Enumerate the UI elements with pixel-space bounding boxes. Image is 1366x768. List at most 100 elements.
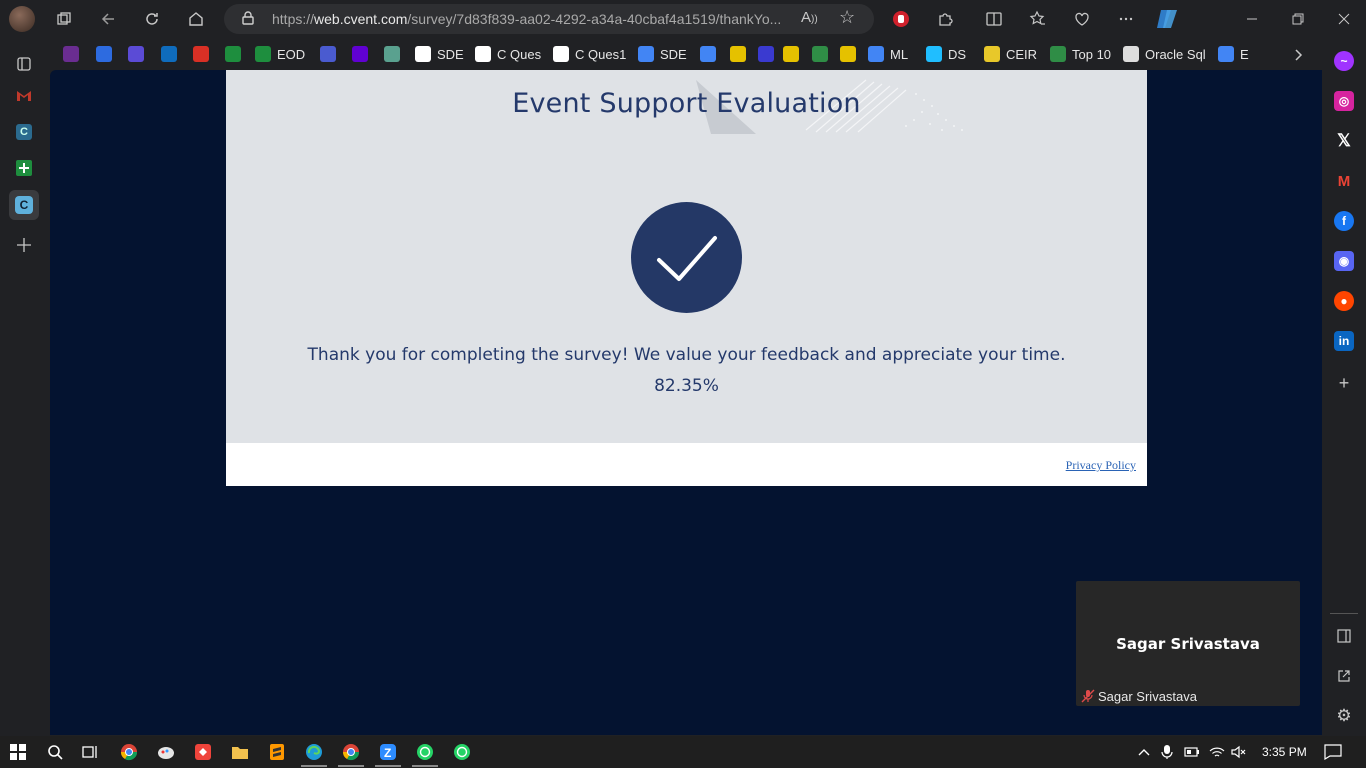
k-icon xyxy=(926,46,942,62)
bookmark-ceir[interactable]: CEIR xyxy=(984,44,1037,64)
bookmark-label: E xyxy=(1240,46,1249,62)
edge-taskbar-icon[interactable] xyxy=(305,743,323,761)
copilot-icon[interactable] xyxy=(1154,7,1182,31)
restore-icon[interactable] xyxy=(1286,7,1310,31)
sheets-icon xyxy=(225,46,241,62)
bookmark-c-ques[interactable]: C Ques xyxy=(475,44,541,64)
bookmark-outlook[interactable] xyxy=(161,44,183,64)
settings-gear-icon[interactable]: ⚙ xyxy=(1334,706,1354,726)
bookmark-compass[interactable] xyxy=(96,44,118,64)
survey-footer: Privacy Policy xyxy=(226,443,1147,486)
tab-actions-icon[interactable] xyxy=(9,49,39,79)
taskbar-clock[interactable]: 3:35 PM xyxy=(1262,745,1307,759)
volume-muted-icon[interactable] xyxy=(1230,743,1248,761)
refresh-icon[interactable] xyxy=(140,7,164,31)
gmail-sidebar-icon[interactable]: M xyxy=(1334,171,1354,191)
bookmark-gfg[interactable] xyxy=(812,44,834,64)
address-bar[interactable]: https://web.cvent.com/survey/7d83f839-aa… xyxy=(224,4,874,34)
file-explorer-icon[interactable] xyxy=(231,743,249,761)
paint-app-icon[interactable] xyxy=(157,743,175,761)
split-screen-icon[interactable] xyxy=(982,7,1006,31)
adblock-hand-icon[interactable] xyxy=(889,7,913,31)
bookmark-chatgpt[interactable] xyxy=(384,44,406,64)
bookmark-sde[interactable]: SDE xyxy=(638,44,687,64)
bookmark-e[interactable]: E xyxy=(1218,44,1249,64)
linkedin-icon[interactable]: in xyxy=(1334,331,1354,351)
chatgpt-icon xyxy=(384,46,400,62)
tray-overflow-chevron-icon[interactable] xyxy=(1135,743,1153,761)
google-icon xyxy=(700,46,716,62)
bookmark-purple-app[interactable] xyxy=(63,44,85,64)
bookmark-to[interactable] xyxy=(128,44,150,64)
add-sidebar-app-icon[interactable]: + xyxy=(1334,373,1354,393)
extensions-icon[interactable] xyxy=(933,7,957,31)
bookmark-label: C Ques1 xyxy=(575,46,627,62)
bookmark-python[interactable] xyxy=(730,44,752,64)
ceir-icon xyxy=(984,46,1000,62)
bookmark-gmail[interactable] xyxy=(193,44,215,64)
read-aloud-icon[interactable]: A)) xyxy=(801,9,818,26)
bookmark-ds[interactable]: DS xyxy=(926,44,966,64)
page-icon xyxy=(1123,46,1139,62)
participant-video-tile[interactable]: Sagar Srivastava Sagar Srivastava xyxy=(1076,581,1300,706)
close-window-icon[interactable] xyxy=(1332,7,1356,31)
tab-gmail-icon[interactable] xyxy=(9,81,39,111)
workspaces-icon[interactable] xyxy=(52,7,76,31)
battery-icon[interactable] xyxy=(1183,743,1201,761)
bookmark-eod[interactable]: EOD xyxy=(255,44,305,64)
bookmark-python[interactable] xyxy=(783,44,805,64)
bookmarks-overflow-chevron-icon[interactable] xyxy=(1286,43,1310,67)
sublime-text-icon[interactable] xyxy=(268,743,286,761)
gmail-icon xyxy=(193,46,209,62)
tab-sheets-icon[interactable] xyxy=(9,153,39,183)
new-tab-plus-icon[interactable] xyxy=(9,230,39,260)
more-options-icon[interactable] xyxy=(1114,7,1138,31)
chrome-taskbar-icon-2[interactable] xyxy=(342,743,360,761)
minimize-icon[interactable] xyxy=(1240,7,1264,31)
facebook-icon[interactable]: f xyxy=(1334,211,1354,231)
x-twitter-icon[interactable]: 𝕏 xyxy=(1334,131,1354,151)
gfg-icon xyxy=(1050,46,1066,62)
task-view-icon[interactable] xyxy=(81,743,99,761)
url-prefix: https:// xyxy=(272,11,315,27)
lock-icon xyxy=(242,11,254,25)
microphone-icon[interactable] xyxy=(1158,743,1176,761)
search-icon[interactable] xyxy=(46,743,64,761)
start-windows-icon[interactable] xyxy=(9,743,27,761)
participant-tile-name: Sagar Srivastava xyxy=(1116,635,1260,653)
chrome-icon[interactable] xyxy=(120,743,138,761)
privacy-policy-link[interactable]: Privacy Policy xyxy=(1066,458,1136,473)
discord-icon[interactable]: ◉ xyxy=(1334,251,1354,271)
instagram-icon[interactable]: ◎ xyxy=(1334,91,1354,111)
zoom-icon[interactable]: Z xyxy=(379,743,397,761)
bookmark-top-10[interactable]: Top 10 xyxy=(1050,44,1111,64)
back-arrow-icon[interactable] xyxy=(96,7,120,31)
whatsapp-icon[interactable] xyxy=(416,743,434,761)
tab-cvent-icon[interactable]: C xyxy=(9,117,39,147)
bookmark-yahoo[interactable] xyxy=(352,44,374,64)
anydesk-icon[interactable] xyxy=(194,743,212,761)
bookmark-python[interactable] xyxy=(840,44,862,64)
bookmark-oracle-sql[interactable]: Oracle Sql xyxy=(1123,44,1206,64)
favorite-star-icon[interactable]: ☆ xyxy=(839,7,855,28)
bookmark-sheets[interactable] xyxy=(225,44,247,64)
browser-essentials-icon[interactable] xyxy=(1070,7,1094,31)
hide-sidebar-icon[interactable] xyxy=(1334,626,1354,646)
open-external-icon[interactable] xyxy=(1334,666,1354,686)
tab-cvent-active-icon[interactable]: C xyxy=(9,190,39,220)
bookmark-link[interactable] xyxy=(320,44,342,64)
wifi-icon[interactable] xyxy=(1208,743,1226,761)
bookmark-sde[interactable]: SDE xyxy=(415,44,464,64)
bookmark-google[interactable] xyxy=(700,44,722,64)
home-icon[interactable] xyxy=(184,7,208,31)
whatsapp-icon-2[interactable] xyxy=(453,743,471,761)
bookmark-bracket[interactable] xyxy=(758,44,780,64)
bookmark-ml[interactable]: ML xyxy=(868,44,908,64)
notifications-icon[interactable] xyxy=(1324,743,1342,761)
url-text[interactable]: https://web.cvent.com/survey/7d83f839-aa… xyxy=(272,11,782,27)
reddit-icon[interactable]: ● xyxy=(1334,291,1354,311)
favorites-icon[interactable] xyxy=(1026,7,1050,31)
messenger-icon[interactable]: ~ xyxy=(1334,51,1354,71)
bookmark-c-ques1[interactable]: C Ques1 xyxy=(553,44,626,64)
profile-avatar[interactable] xyxy=(9,6,35,32)
